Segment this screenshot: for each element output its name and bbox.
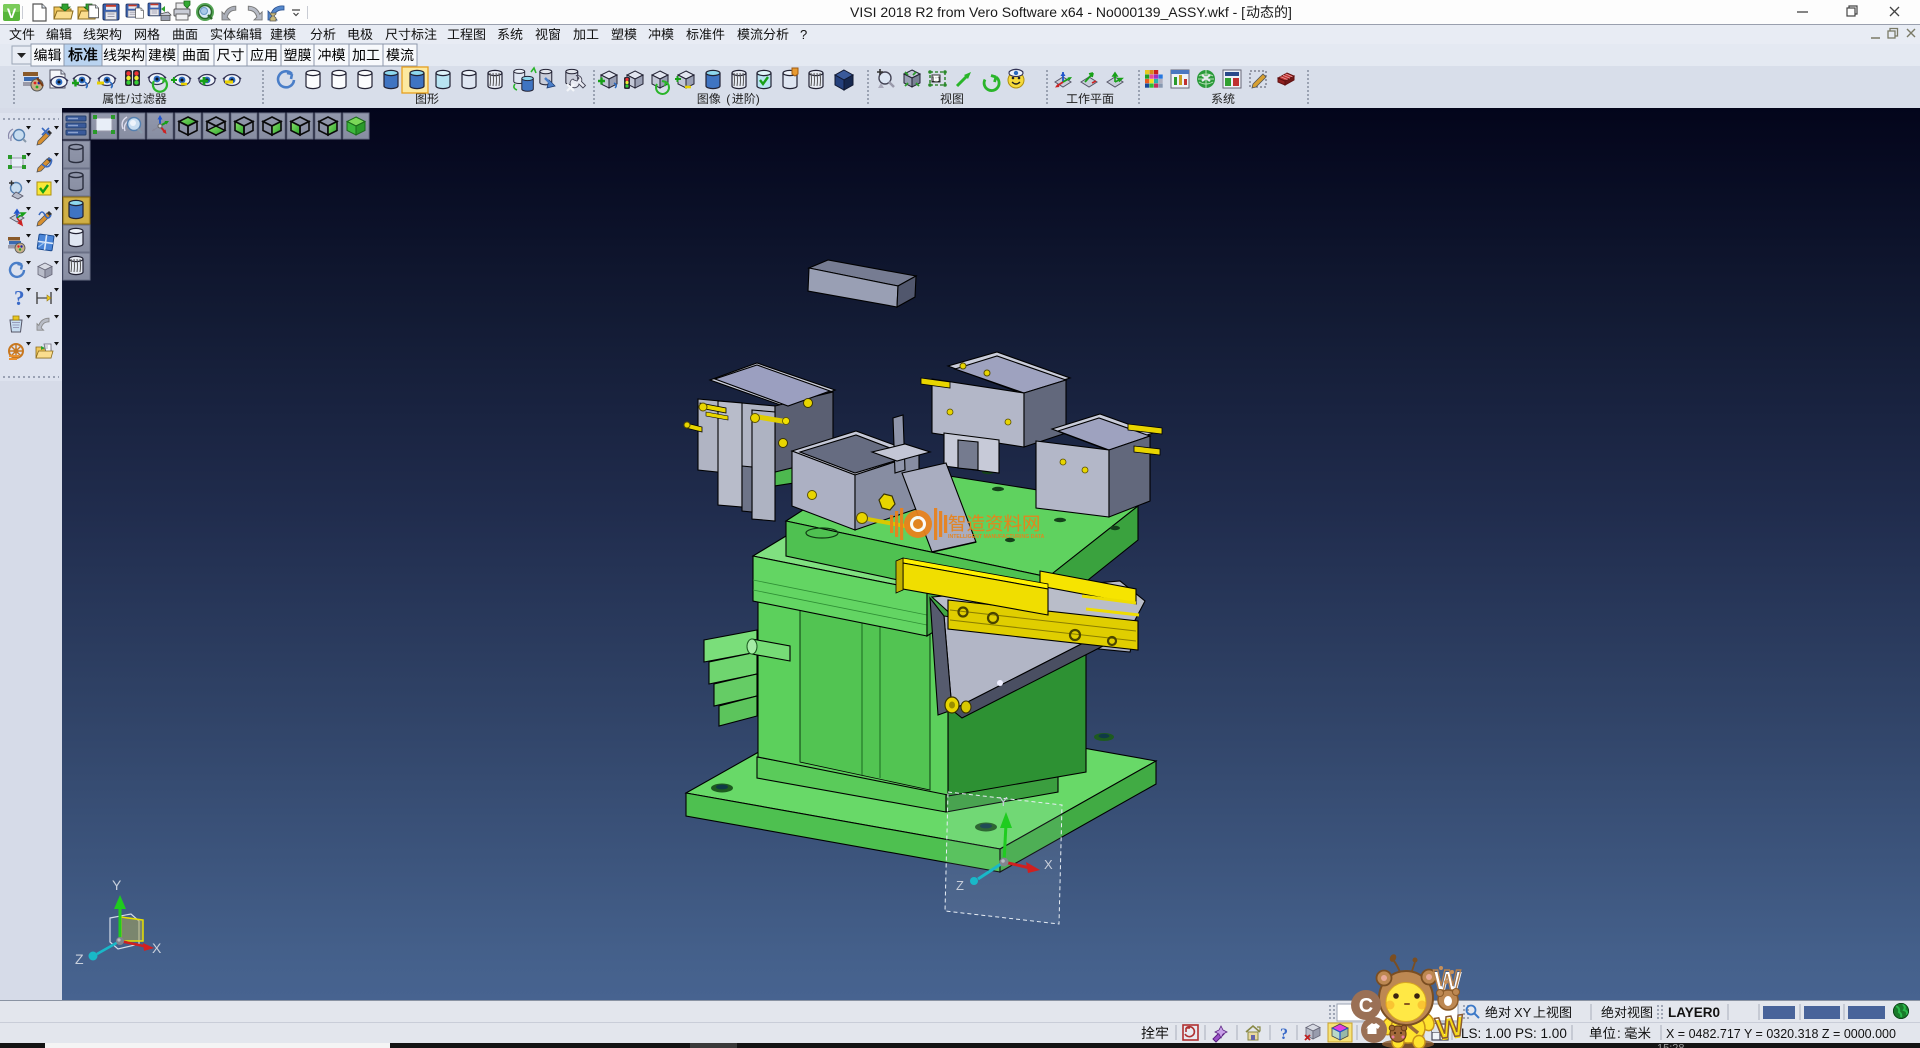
svg-text:INTELLIGENT MANUFACTURING DATA: INTELLIGENT MANUFACTURING DATA: [948, 534, 1045, 540]
svg-text:1:1: 1:1: [931, 77, 941, 84]
svg-text:LAYER0: LAYER0: [1668, 1005, 1720, 1020]
svg-text:XY: XY: [1514, 1005, 1532, 1020]
svg-text:?: ?: [800, 27, 807, 42]
svg-text:LS: 1.00 PS: 1.00: LS: 1.00 PS: 1.00: [1461, 1026, 1567, 1041]
svg-text:(: (: [726, 92, 730, 106]
svg-text:X = 0482.717 Y = 0320.318 Z =: X = 0482.717 Y = 0320.318 Z = 0000.000: [1666, 1027, 1896, 1041]
svg-text:): ): [756, 92, 760, 106]
svg-text:X: X: [152, 940, 162, 956]
svg-text:?: ?: [1280, 1026, 1288, 1043]
svg-text:/: /: [126, 92, 130, 106]
svg-text:W: W: [1434, 1009, 1467, 1046]
svg-text:Y: Y: [999, 794, 1008, 809]
svg-text:V: V: [7, 5, 17, 21]
svg-text:15:28: 15:28: [1657, 1043, 1685, 1048]
svg-text:Z: Z: [75, 951, 84, 967]
svg-text:X: X: [1044, 857, 1053, 872]
svg-text:Y: Y: [112, 877, 122, 893]
svg-text:]: ]: [1288, 4, 1292, 20]
svg-text:Z: Z: [956, 878, 964, 893]
svg-text::: :: [1617, 1026, 1621, 1041]
svg-text:VISI 2018 R2 from Vero Softwar: VISI 2018 R2 from Vero Software x64 - No…: [850, 4, 1245, 20]
svg-text:C: C: [1359, 995, 1373, 1017]
svg-text:?: ?: [14, 286, 25, 310]
